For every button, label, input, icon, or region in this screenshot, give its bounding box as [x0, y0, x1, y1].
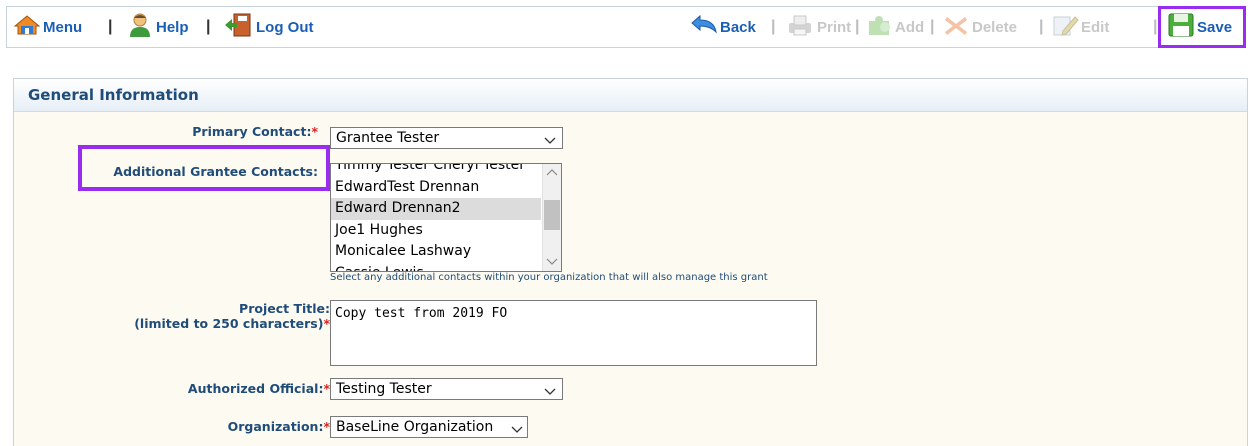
list-item[interactable]: Monicalee Lashway — [331, 241, 541, 263]
back-arrow-icon — [690, 14, 720, 40]
project-title-textarea[interactable]: Copy test from 2019 FO — [330, 300, 817, 366]
required-marker: * — [311, 124, 318, 139]
list-item[interactable]: Timmy Tester Cheryl Tester — [331, 164, 541, 177]
logout-label: Log Out — [256, 18, 314, 36]
authorized-official-label: Authorized Official:* — [187, 381, 330, 396]
authorized-official-select[interactable]: Testing Tester — [330, 378, 563, 400]
add-link[interactable]: Add — [865, 7, 924, 47]
additional-contacts-helper-text: Select any additional contacts within yo… — [330, 272, 768, 283]
listbox-scrollbar[interactable] — [542, 164, 561, 271]
additional-contacts-highlight-box — [78, 145, 330, 191]
project-title-label: Project Title: — [239, 301, 330, 316]
delete-link[interactable]: Delete — [942, 7, 1017, 47]
menu-label: Menu — [43, 18, 83, 36]
logout-link[interactable]: Log Out — [224, 7, 313, 47]
chevron-down-icon — [544, 133, 556, 149]
delete-x-icon — [942, 13, 972, 41]
add-label: Add — [895, 18, 925, 36]
edit-link[interactable]: Edit — [1051, 7, 1109, 47]
organization-value: BaseLine Organization — [336, 419, 494, 435]
help-label: Help — [156, 18, 189, 36]
toolbar-separator: | — [855, 18, 860, 35]
edit-label: Edit — [1081, 18, 1110, 36]
project-title-limit-label: (limited to 250 characters)* — [134, 316, 330, 331]
edit-pencil-icon — [1051, 13, 1081, 41]
help-link[interactable]: Help — [126, 7, 189, 47]
organization-select[interactable]: BaseLine Organization — [330, 416, 528, 438]
back-link[interactable]: Back — [690, 7, 756, 47]
toolbar-separator: | — [108, 18, 113, 35]
delete-label: Delete — [972, 18, 1018, 36]
add-puzzle-icon — [865, 13, 895, 41]
scrollbar-thumb[interactable] — [544, 200, 560, 230]
menu-link[interactable]: Menu — [13, 7, 82, 47]
panel-title: General Information — [14, 79, 1247, 112]
chevron-down-icon — [511, 422, 523, 438]
listbox-options: Timmy Tester Cheryl Tester EdwardTest Dr… — [331, 164, 541, 272]
primary-contact-value: Grantee Tester — [336, 130, 440, 146]
authorized-official-value: Testing Tester — [336, 381, 432, 397]
chevron-down-icon — [544, 384, 556, 400]
toolbar-separator: | — [930, 18, 935, 35]
save-highlight-box — [1158, 6, 1246, 48]
back-label: Back — [720, 18, 756, 36]
print-label: Print — [817, 18, 852, 36]
primary-contact-select[interactable]: Grantee Tester — [330, 127, 563, 149]
primary-contact-label: Primary Contact:* — [192, 124, 318, 139]
top-toolbar: Menu | Help | Log Out Back | Print | Add… — [6, 6, 1246, 48]
scroll-up-icon[interactable] — [546, 169, 558, 177]
additional-contacts-listbox[interactable]: Timmy Tester Cheryl Tester EdwardTest Dr… — [330, 163, 562, 272]
list-item[interactable]: Cassie Lewis — [331, 263, 541, 272]
toolbar-separator: | — [206, 18, 211, 35]
print-link[interactable]: Print — [785, 7, 851, 47]
list-item-selected[interactable]: Edward Drennan2 — [331, 198, 541, 220]
toolbar-separator: | — [1153, 18, 1158, 35]
list-item[interactable]: EdwardTest Drennan — [331, 177, 541, 199]
organization-label: Organization:* — [227, 419, 330, 434]
home-icon — [13, 14, 43, 40]
print-icon — [785, 13, 817, 41]
exit-door-icon — [224, 12, 256, 42]
person-help-icon — [126, 12, 156, 42]
toolbar-separator: | — [1039, 18, 1044, 35]
list-item[interactable]: Joe1 Hughes — [331, 220, 541, 242]
scroll-down-icon[interactable] — [546, 257, 558, 265]
toolbar-separator: | — [771, 18, 776, 35]
